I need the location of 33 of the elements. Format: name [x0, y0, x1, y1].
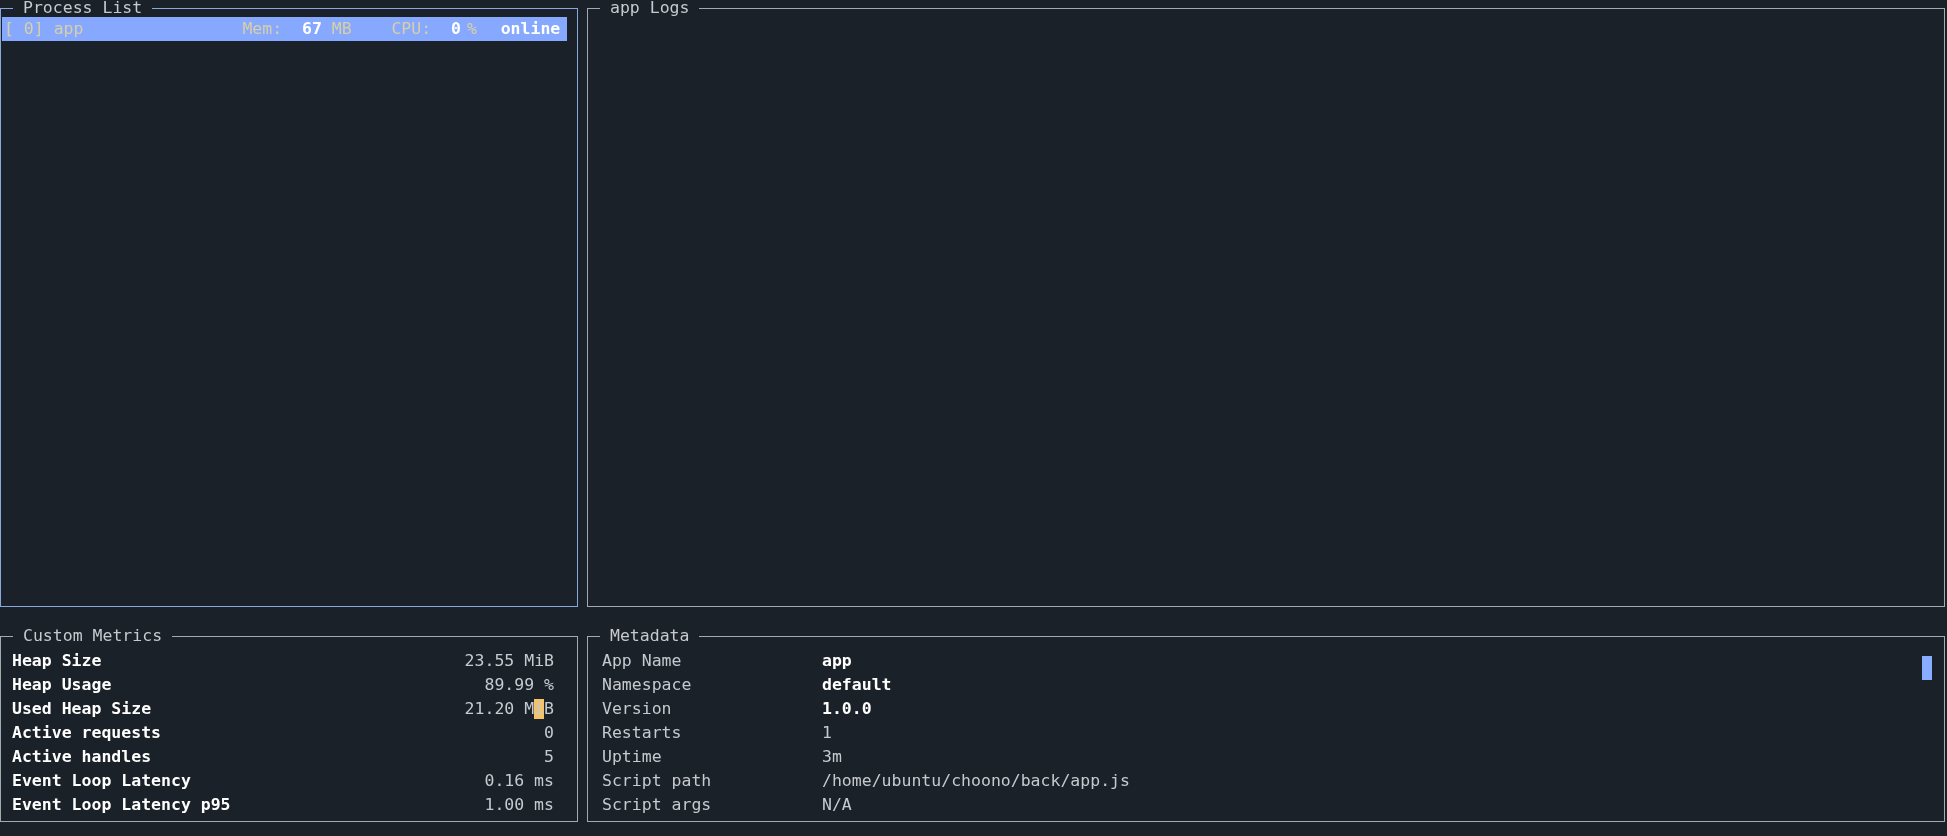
- panel-title: app Logs: [609, 0, 691, 16]
- metric-name: Event Loop Latency: [12, 770, 191, 792]
- panel-title: Process List: [22, 0, 144, 16]
- metric-name: Heap Usage: [12, 674, 112, 696]
- metadata-label: App Name: [602, 650, 683, 672]
- metadata-label: Restarts: [602, 722, 683, 744]
- metric-value: 1.00 ms: [484, 794, 554, 816]
- metadata-value: 1.0.0: [822, 698, 872, 720]
- metric-name: Active requests: [12, 722, 161, 744]
- metric-name: Used Heap Size: [12, 698, 152, 720]
- metric-value: 5: [544, 746, 554, 768]
- metadata-label: Version: [602, 698, 673, 720]
- metric-name: Active handles: [12, 746, 152, 768]
- metric-value: 23.55 MiB: [464, 650, 554, 672]
- metadata-value: default: [822, 674, 892, 696]
- scrollbar-thumb[interactable]: [1922, 656, 1932, 680]
- metadata-label: Script path: [602, 770, 713, 792]
- metric-value: 89.99 %: [484, 674, 554, 696]
- panel-title: Custom Metrics: [22, 628, 164, 644]
- metric-value: 0: [544, 722, 554, 744]
- metadata-value: 1: [822, 722, 832, 744]
- metadata-value: 3m: [822, 746, 842, 768]
- metadata-value: /home/ubuntu/choono/back/app.js: [822, 770, 1130, 792]
- metadata-value: N/A: [822, 794, 852, 816]
- metadata-label: Uptime: [602, 746, 663, 768]
- metric-value: 0.16 ms: [484, 770, 554, 792]
- metadata-label: Namespace: [602, 674, 693, 696]
- metric-name: Heap Size: [12, 650, 102, 672]
- metadata-value: app: [822, 650, 852, 672]
- process-row[interactable]: [ 0] app Mem: 67 MB CPU: 0 % online: [2, 17, 567, 41]
- metric-name: Event Loop Latency p95: [12, 794, 231, 816]
- metadata-label: Script args: [602, 794, 713, 816]
- panel-title: Metadata: [609, 628, 691, 644]
